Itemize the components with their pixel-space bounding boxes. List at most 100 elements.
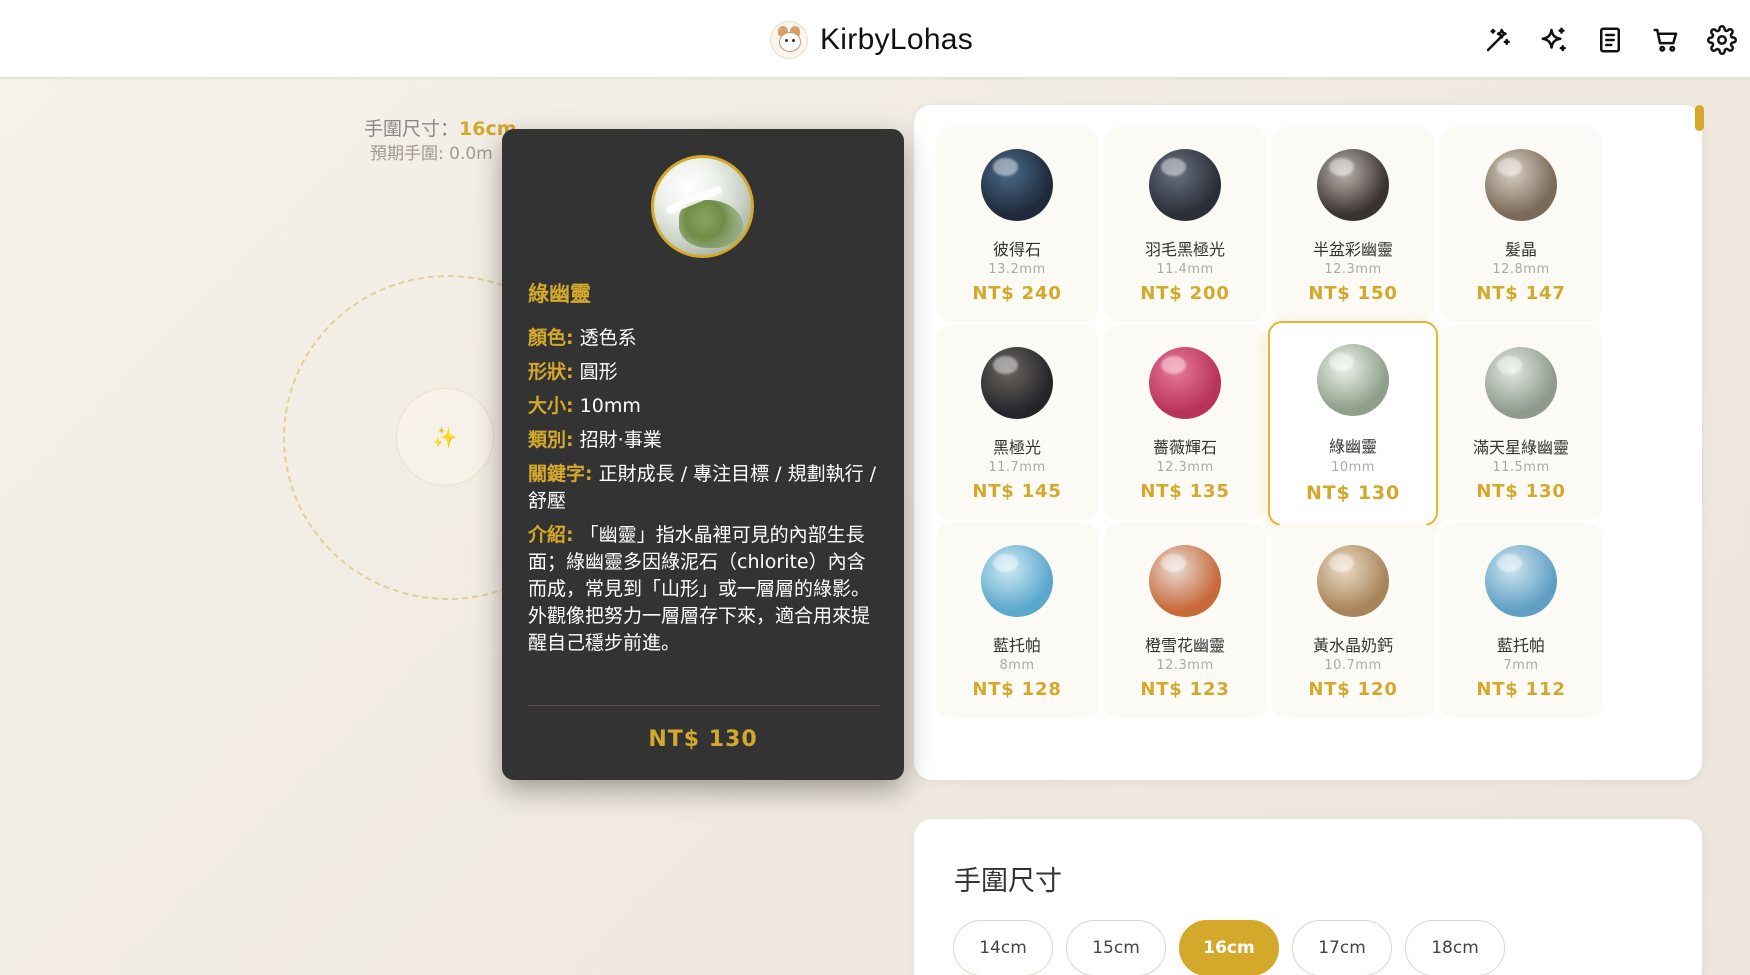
bead-price: NT$ 130 xyxy=(1306,482,1400,504)
scrollbar[interactable] xyxy=(1692,105,1704,780)
gear-icon[interactable] xyxy=(1694,22,1750,58)
brand[interactable]: KirbyLohas xyxy=(770,20,973,60)
tooltip-row-value: 圓形 xyxy=(573,361,618,383)
bead-price: NT$ 128 xyxy=(972,679,1062,700)
bead-price: NT$ 240 xyxy=(972,283,1062,304)
bead-size: 12.3mm xyxy=(1156,460,1214,475)
wrist-size-panel: 手圍尺寸 14cm 15cm 16cm 17cm 18cm xyxy=(914,819,1702,975)
bead-name: 橙雪花幽靈 xyxy=(1144,636,1225,655)
bead-size: 10mm xyxy=(1331,460,1375,475)
bead-size: 11.7mm xyxy=(988,460,1046,475)
bead-name: 髮晶 xyxy=(1504,240,1537,259)
bead-card[interactable]: 彼得石 13.2mm NT$ 240 xyxy=(936,127,1098,322)
bead-price: NT$ 123 xyxy=(1140,679,1230,700)
notebook-icon[interactable] xyxy=(1582,22,1638,58)
tooltip-row-value: 招財·事業 xyxy=(573,429,662,451)
tooltip-details: 顏色: 透色系 形狀: 圓形 大小: 10mm 類別: 招財·事業 關鍵字: 正財成長 … xyxy=(528,325,880,664)
size-option-button[interactable]: 14cm xyxy=(953,920,1053,975)
bead-name: 藍托帕 xyxy=(1496,636,1545,655)
size-option-button[interactable]: 15cm xyxy=(1066,920,1166,975)
tooltip-row: 顏色: 透色系 xyxy=(528,325,880,352)
wrist-size-label: 手圍尺寸：16cm xyxy=(364,114,517,141)
bead-card[interactable]: 綠幽靈 10mm NT$ 130 xyxy=(1268,321,1438,526)
bead-card[interactable]: 黃水晶奶鈣 10.7mm NT$ 120 xyxy=(1272,523,1434,718)
tooltip-price: NT$ 130 xyxy=(648,727,758,752)
sparkle-icon: ✨ xyxy=(432,425,458,449)
bead-image xyxy=(981,545,1053,617)
bead-price: NT$ 112 xyxy=(1476,679,1566,700)
bead-card[interactable]: 橙雪花幽靈 12.3mm NT$ 123 xyxy=(1104,523,1266,718)
bead-size: 11.4mm xyxy=(1156,262,1214,277)
bead-card[interactable]: 髮晶 12.8mm NT$ 147 xyxy=(1440,127,1602,322)
bead-image xyxy=(1317,149,1389,221)
bead-size: 12.3mm xyxy=(1324,262,1382,277)
bead-size: 13.2mm xyxy=(988,262,1046,277)
bead-size: 11.5mm xyxy=(1492,460,1550,475)
bead-size: 7mm xyxy=(1503,658,1539,673)
bead-preview-image xyxy=(651,155,754,258)
bead-price: NT$ 130 xyxy=(1476,481,1566,502)
bead-price: NT$ 120 xyxy=(1308,679,1398,700)
tooltip-row: 大小: 10mm xyxy=(528,393,880,420)
tooltip-row: 類別: 招財·事業 xyxy=(528,427,880,454)
bead-image xyxy=(1149,149,1221,221)
tooltip-row-value: 10mm xyxy=(573,395,641,417)
bead-card[interactable]: 藍托帕 8mm NT$ 128 xyxy=(936,523,1098,718)
bead-name: 綠幽靈 xyxy=(1328,437,1377,456)
scrollbar-thumb[interactable] xyxy=(1695,105,1704,131)
bead-price: NT$ 200 xyxy=(1140,283,1230,304)
size-options: 14cm 15cm 16cm 17cm 18cm xyxy=(953,920,1505,975)
divider xyxy=(528,705,880,706)
bead-image xyxy=(1485,149,1557,221)
bead-image xyxy=(1485,545,1557,617)
size-option-button[interactable]: 18cm xyxy=(1405,920,1505,975)
bead-image xyxy=(1485,347,1557,419)
tooltip-row-value: 「幽靈」指水晶裡可見的內部生長面；綠幽靈多因綠泥石（chlorite）內含而成，… xyxy=(528,524,871,654)
magic-wand-icon[interactable] xyxy=(1470,22,1526,58)
bead-size: 12.8mm xyxy=(1492,262,1550,277)
bead-price: NT$ 150 xyxy=(1308,283,1398,304)
tooltip-bead-name: 綠幽靈 xyxy=(528,282,591,306)
bead-size: 12.3mm xyxy=(1156,658,1214,673)
bead-size: 10.7mm xyxy=(1324,658,1382,673)
hamster-logo-icon xyxy=(770,21,808,59)
bead-image xyxy=(981,149,1053,221)
bead-card[interactable]: 藍托帕 7mm NT$ 112 xyxy=(1440,523,1602,718)
bead-image xyxy=(981,347,1053,419)
bead-price: NT$ 147 xyxy=(1476,283,1566,304)
size-section-title: 手圍尺寸 xyxy=(954,866,1062,897)
cart-icon[interactable] xyxy=(1638,22,1694,58)
wrist-size-text: 手圍尺寸： xyxy=(364,118,460,140)
tooltip-row-key: 形狀: xyxy=(528,361,574,383)
bead-name: 薔薇輝石 xyxy=(1152,438,1217,457)
bead-name: 黃水晶奶鈣 xyxy=(1312,636,1393,655)
bracelet-center[interactable]: ✨ xyxy=(396,388,494,486)
size-option-button[interactable]: 17cm xyxy=(1292,920,1392,975)
bead-detail-tooltip: 綠幽靈 顏色: 透色系 形狀: 圓形 大小: 10mm 類別: 招財·事業 關鍵字: 正… xyxy=(502,129,904,780)
tooltip-row: 形狀: 圓形 xyxy=(528,359,880,386)
tooltip-row: 介紹: 「幽靈」指水晶裡可見的內部生長面；綠幽靈多因綠泥石（chlorite）內… xyxy=(528,522,880,657)
bead-name: 羽毛黑極光 xyxy=(1144,240,1225,259)
tooltip-row-key: 大小: xyxy=(528,395,574,417)
tooltip-row-key: 介紹: xyxy=(528,524,574,546)
bead-price: NT$ 135 xyxy=(1140,481,1230,502)
bead-image xyxy=(1149,347,1221,419)
tooltip-row-value: 透色系 xyxy=(573,327,637,349)
tooltip-row-key: 顏色: xyxy=(528,327,574,349)
bead-card[interactable]: 黑極光 11.7mm NT$ 145 xyxy=(936,325,1098,520)
bead-image xyxy=(1317,344,1389,416)
bead-image xyxy=(1317,545,1389,617)
bead-name: 藍托帕 xyxy=(992,636,1041,655)
bead-name: 滿天星綠幽靈 xyxy=(1472,438,1569,457)
tooltip-row: 關鍵字: 正財成長 / 專注目標 / 規劃執行 / 舒壓 xyxy=(528,461,880,515)
bead-card[interactable]: 薔薇輝石 12.3mm NT$ 135 xyxy=(1104,325,1266,520)
bead-name: 半盆彩幽靈 xyxy=(1312,240,1393,259)
bead-size: 8mm xyxy=(999,658,1035,673)
expected-wrist: 預期手圍: 0.0m xyxy=(370,144,493,164)
bead-card[interactable]: 半盆彩幽靈 12.3mm NT$ 150 xyxy=(1272,127,1434,322)
bead-name: 彼得石 xyxy=(992,240,1041,259)
bead-card[interactable]: 滿天星綠幽靈 11.5mm NT$ 130 xyxy=(1440,325,1602,520)
sparkles-icon[interactable] xyxy=(1526,22,1582,58)
size-option-button[interactable]: 16cm xyxy=(1179,920,1279,975)
bead-card[interactable]: 羽毛黑極光 11.4mm NT$ 200 xyxy=(1104,127,1266,322)
